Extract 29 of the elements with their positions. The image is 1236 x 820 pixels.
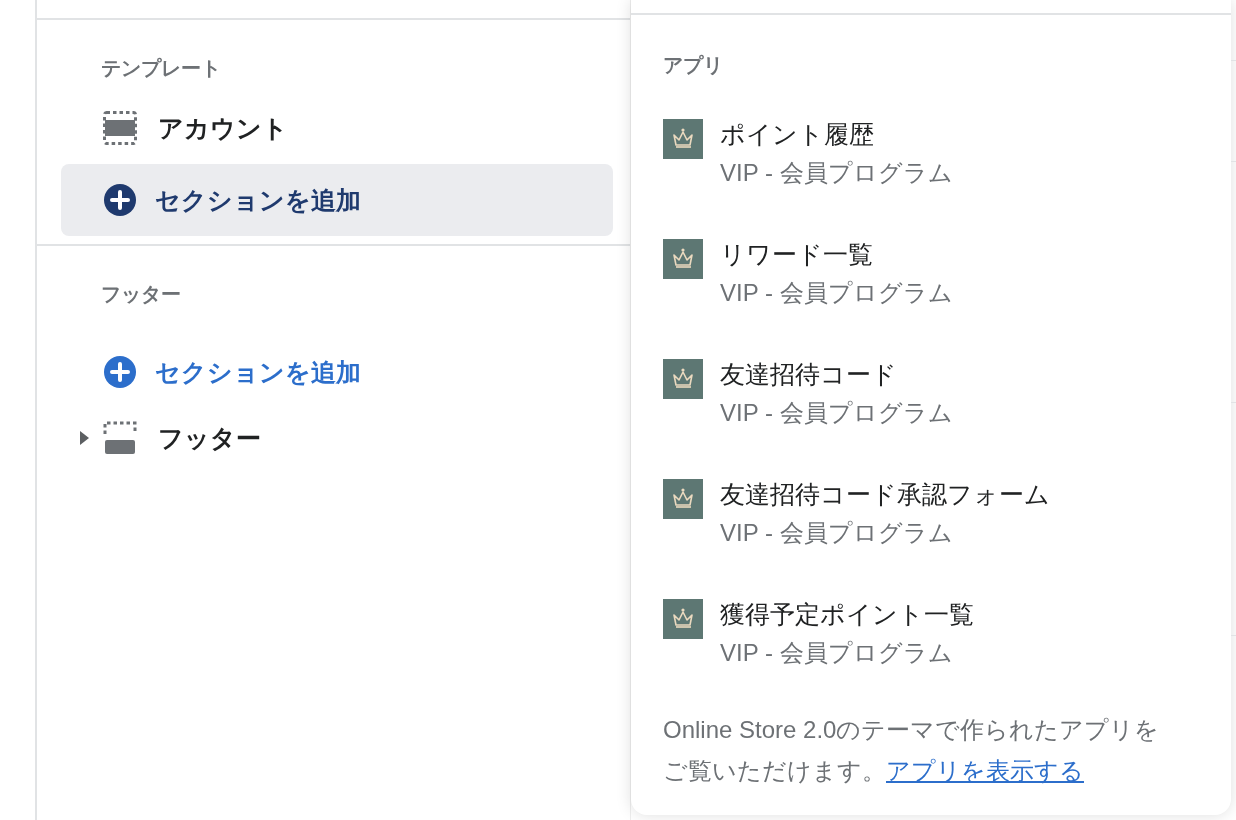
- crown-icon: [663, 119, 703, 159]
- apps-heading: アプリ: [663, 53, 723, 78]
- crown-icon: [663, 359, 703, 399]
- crown-icon: [663, 599, 703, 639]
- app-name: VIP - 会員プログラム: [720, 638, 953, 668]
- app-block-title[interactable]: 友達招待コード: [720, 355, 897, 393]
- caret-icon[interactable]: [78, 430, 90, 446]
- crown-icon: [663, 479, 703, 519]
- app-block-title[interactable]: 友達招待コード承認フォーム: [720, 475, 1050, 513]
- add-section-button[interactable]: セクションを追加: [61, 164, 613, 236]
- section-label[interactable]: フッター: [158, 421, 261, 455]
- plus-icon: [103, 183, 137, 217]
- crown-icon: [663, 239, 703, 279]
- app-name: VIP - 会員プログラム: [720, 278, 953, 308]
- view-apps-link[interactable]: アプリを表示する: [886, 757, 1084, 784]
- add-section-button[interactable]: セクションを追加: [61, 336, 613, 408]
- app-name: VIP - 会員プログラム: [720, 158, 953, 188]
- section-icon: [102, 110, 138, 146]
- plus-icon: [103, 355, 137, 389]
- group-heading: フッター: [101, 282, 181, 306]
- app-name: VIP - 会員プログラム: [720, 398, 953, 428]
- group-heading: テンプレート: [101, 56, 221, 80]
- app-block-title[interactable]: リワード一覧: [720, 235, 873, 273]
- app-block-title[interactable]: ポイント履歴: [720, 115, 874, 153]
- app-name: VIP - 会員プログラム: [720, 518, 953, 548]
- section-label[interactable]: アカウント: [158, 111, 288, 145]
- help-text: Online Store 2.0のテーマで作られたアプリをご覧いただけます。アプリを表示する: [663, 715, 1161, 786]
- app-block-title[interactable]: 獲得予定ポイント一覧: [720, 595, 974, 633]
- section-icon: [102, 420, 138, 456]
